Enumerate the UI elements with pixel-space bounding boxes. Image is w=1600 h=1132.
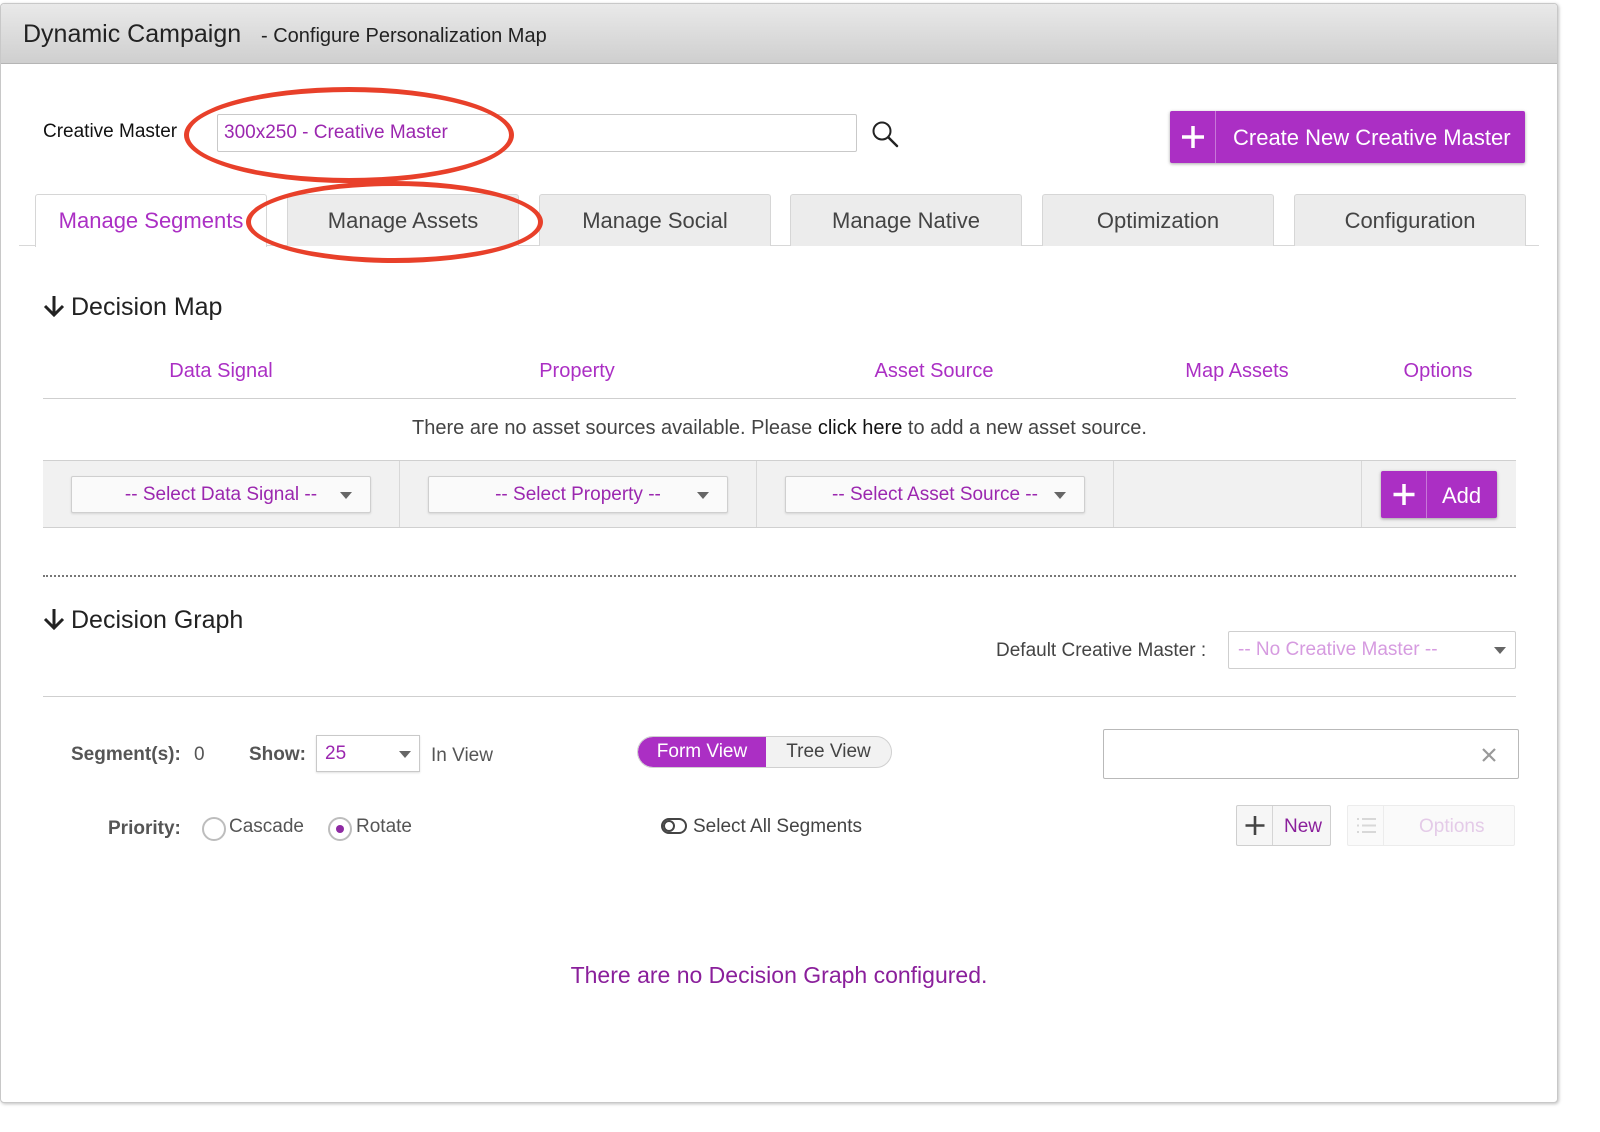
toggle-icon[interactable] — [661, 818, 687, 839]
in-view-label: In View — [431, 745, 493, 766]
column-header-data-signal: Data Signal — [169, 360, 273, 382]
asset-source-select[interactable]: -- Select Asset Source -- — [785, 476, 1085, 513]
plus-icon — [1381, 471, 1427, 518]
segment-search-input[interactable] — [1103, 729, 1519, 779]
close-icon[interactable] — [1480, 746, 1498, 769]
tab-manage-assets[interactable]: Manage Assets — [287, 194, 519, 246]
decision-map-title: Decision Map — [71, 293, 223, 321]
segments-count: 0 — [194, 744, 205, 765]
app-window: Dynamic Campaign - Configure Personaliza… — [0, 3, 1558, 1103]
graph-header-divider — [43, 696, 1516, 697]
arrow-down-icon — [43, 294, 65, 318]
priority-label: Priority: — [108, 818, 181, 839]
list-icon — [1348, 806, 1384, 845]
create-creative-master-button[interactable]: Create New Creative Master — [1170, 111, 1525, 163]
column-divider — [399, 461, 400, 527]
default-creative-master-value: -- No Creative Master -- — [1238, 639, 1438, 660]
arrow-down-icon — [43, 607, 65, 631]
column-header-asset-source: Asset Source — [874, 360, 994, 382]
creative-master-label: Creative Master — [43, 121, 178, 142]
cascade-label: Cascade — [229, 816, 304, 837]
column-header-map-assets: Map Assets — [1185, 360, 1289, 382]
decision-graph-title: Decision Graph — [71, 606, 244, 634]
no-assets-text-after: to add a new asset source. — [907, 417, 1147, 439]
add-mapping-button[interactable]: Add — [1381, 471, 1497, 518]
tab-manage-segments[interactable]: Manage Segments — [35, 194, 267, 247]
add-asset-source-link[interactable]: click here — [818, 417, 902, 439]
rotate-label: Rotate — [356, 816, 412, 837]
data-signal-select-value: -- Select Data Signal -- — [124, 484, 318, 505]
caret-down-icon — [697, 492, 709, 499]
asset-source-select-value: -- Select Asset Source -- — [832, 484, 1038, 505]
column-header-property: Property — [539, 360, 615, 382]
form-view-button[interactable]: Form View — [638, 737, 766, 767]
property-select-value: -- Select Property -- — [495, 484, 661, 505]
tree-view-button[interactable]: Tree View — [766, 737, 891, 767]
window-title: Dynamic Campaign — [23, 20, 242, 48]
default-creative-master-select[interactable]: -- No Creative Master -- — [1228, 631, 1516, 669]
select-all-segments-label[interactable]: Select All Segments — [693, 816, 862, 838]
window-subtitle: - Configure Personalization Map — [261, 25, 547, 47]
plus-icon — [1170, 111, 1216, 163]
new-segment-button[interactable]: New — [1236, 805, 1331, 846]
view-toggle: Form View Tree View — [637, 736, 892, 768]
options-button-label: Options — [1419, 816, 1485, 837]
options-button[interactable]: Options — [1347, 805, 1515, 846]
column-divider — [1113, 461, 1114, 527]
column-header-options: Options — [1403, 360, 1473, 382]
creative-master-input[interactable] — [217, 114, 857, 152]
rotate-radio[interactable] — [328, 817, 352, 841]
new-button-label: New — [1284, 816, 1323, 837]
create-creative-master-label: Create New Creative Master — [1233, 125, 1511, 150]
property-select[interactable]: -- Select Property -- — [428, 476, 728, 513]
tab-optimization[interactable]: Optimization — [1042, 194, 1274, 246]
segments-label: Segment(s): — [71, 744, 181, 765]
show-count-select[interactable]: 25 — [316, 735, 420, 772]
search-icon[interactable] — [871, 120, 899, 148]
no-assets-text-before: There are no asset sources available. Pl… — [412, 417, 813, 439]
add-button-label: Add — [1442, 483, 1482, 508]
caret-down-icon — [1494, 647, 1506, 654]
no-asset-sources-message: There are no asset sources available. Pl… — [43, 417, 1516, 440]
plus-icon — [1237, 806, 1273, 845]
data-signal-select[interactable]: -- Select Data Signal -- — [71, 476, 371, 513]
decision-map-heading[interactable]: Decision Map — [43, 293, 222, 322]
section-divider — [43, 575, 1516, 577]
caret-down-icon — [340, 492, 352, 499]
default-creative-master-label: Default Creative Master : — [996, 640, 1207, 661]
decision-graph-heading[interactable]: Decision Graph — [43, 606, 243, 635]
title-bar: Dynamic Campaign - Configure Personaliza… — [1, 4, 1557, 64]
tab-manage-native[interactable]: Manage Native — [790, 194, 1022, 246]
no-decision-graph-message: There are no Decision Graph configured. — [570, 962, 988, 988]
cascade-radio[interactable] — [202, 817, 226, 841]
tab-configuration[interactable]: Configuration — [1294, 194, 1526, 246]
radio-selected-dot — [336, 825, 344, 833]
column-divider — [756, 461, 757, 527]
decision-map-input-row: -- Select Data Signal -- -- Select Prope… — [43, 460, 1516, 528]
column-divider — [1361, 461, 1362, 527]
show-label: Show: — [249, 744, 306, 765]
caret-down-icon — [399, 751, 411, 758]
caret-down-icon — [1054, 492, 1066, 499]
table-header-divider — [43, 398, 1516, 399]
show-count-value: 25 — [325, 743, 347, 764]
tab-manage-social[interactable]: Manage Social — [539, 194, 771, 246]
